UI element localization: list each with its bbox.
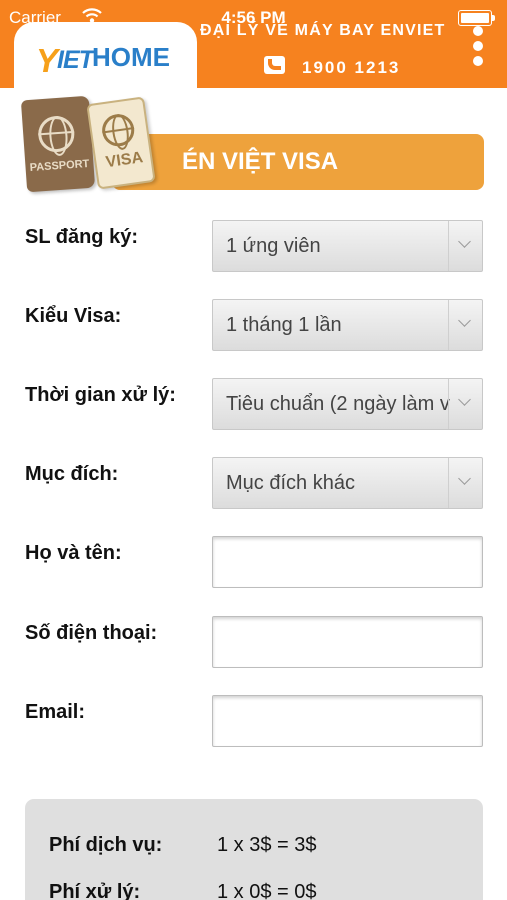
- chevron-down-icon: [448, 300, 482, 350]
- phone-icon: [264, 56, 285, 74]
- purpose-select[interactable]: Mục đích khác: [212, 457, 483, 509]
- processing-time-value: Tiêu chuẩn (2 ngày làm việc): [226, 393, 451, 415]
- phone-input[interactable]: [212, 616, 483, 668]
- full-name-input[interactable]: [212, 536, 483, 588]
- form-row-phone: Số điện thoại:: [0, 616, 507, 672]
- phone-label: Số điện thoại:: [25, 622, 158, 644]
- form-row-visa-type: Kiểu Visa: 1 tháng 1 lần: [0, 299, 507, 355]
- page-title: ÉN VIỆT VISA: [182, 148, 339, 175]
- form-row-email: Email:: [0, 695, 507, 751]
- purpose-value: Mục đích khác: [226, 472, 355, 494]
- app-header: Carrier 4:56 PM YIET HOME ĐẠI LÝ VÉ MÁY …: [0, 0, 507, 88]
- processing-time-label: Thời gian xử lý:: [25, 384, 176, 406]
- service-fee-row: Phí dịch vụ: 1 x 3$ = 3$: [25, 834, 483, 862]
- more-menu-icon[interactable]: [472, 26, 484, 66]
- logo-home-text: HOME: [92, 42, 170, 72]
- visa-type-value: 1 tháng 1 lần: [226, 314, 342, 336]
- logo-mark: YIET: [36, 42, 94, 79]
- email-input[interactable]: [212, 695, 483, 747]
- battery-icon: [458, 10, 496, 26]
- purpose-label: Mục đích:: [25, 463, 119, 485]
- chevron-down-icon: [448, 458, 482, 508]
- page-title-banner: ÉN VIỆT VISA: [112, 134, 484, 190]
- form-row-full-name: Họ và tên:: [0, 536, 507, 592]
- processing-fee-label: Phí xử lý:: [49, 881, 141, 900]
- processing-fee-row: Phí xử lý: 1 x 0$ = 0$: [25, 881, 483, 900]
- quantity-value: 1 ứng viên: [226, 235, 321, 257]
- quantity-label: SL đăng ký:: [25, 226, 138, 248]
- chevron-down-icon: [448, 379, 482, 429]
- service-fee-label: Phí dịch vụ:: [49, 834, 163, 856]
- fee-summary-panel: Phí dịch vụ: 1 x 3$ = 3$ Phí xử lý: 1 x …: [25, 799, 483, 900]
- visa-type-select[interactable]: 1 tháng 1 lần: [212, 299, 483, 351]
- agency-name: ĐẠI LÝ VÉ MÁY BAY ENVIET: [200, 22, 446, 39]
- home-logo[interactable]: YIET HOME: [14, 22, 197, 88]
- form-row-quantity: SL đăng ký: 1 ứng viên: [0, 220, 507, 276]
- chevron-down-icon: [448, 221, 482, 271]
- service-fee-value: 1 x 3$ = 3$: [217, 834, 317, 856]
- form-row-processing-time: Thời gian xử lý: Tiêu chuẩn (2 ngày làm …: [0, 378, 507, 434]
- processing-fee-value: 1 x 0$ = 0$: [217, 881, 317, 900]
- email-label: Email:: [25, 701, 86, 723]
- quantity-select[interactable]: 1 ứng viên: [212, 220, 483, 272]
- visa-icon: VISA: [86, 96, 156, 190]
- full-name-label: Họ và tên:: [25, 542, 122, 564]
- visa-type-label: Kiểu Visa:: [25, 305, 122, 327]
- passport-icon: PASSPORT: [20, 95, 96, 193]
- processing-time-select[interactable]: Tiêu chuẩn (2 ngày làm việc): [212, 378, 483, 430]
- form-row-purpose: Mục đích: Mục đích khác: [0, 457, 507, 513]
- hotline-number[interactable]: 1900 1213: [302, 58, 400, 78]
